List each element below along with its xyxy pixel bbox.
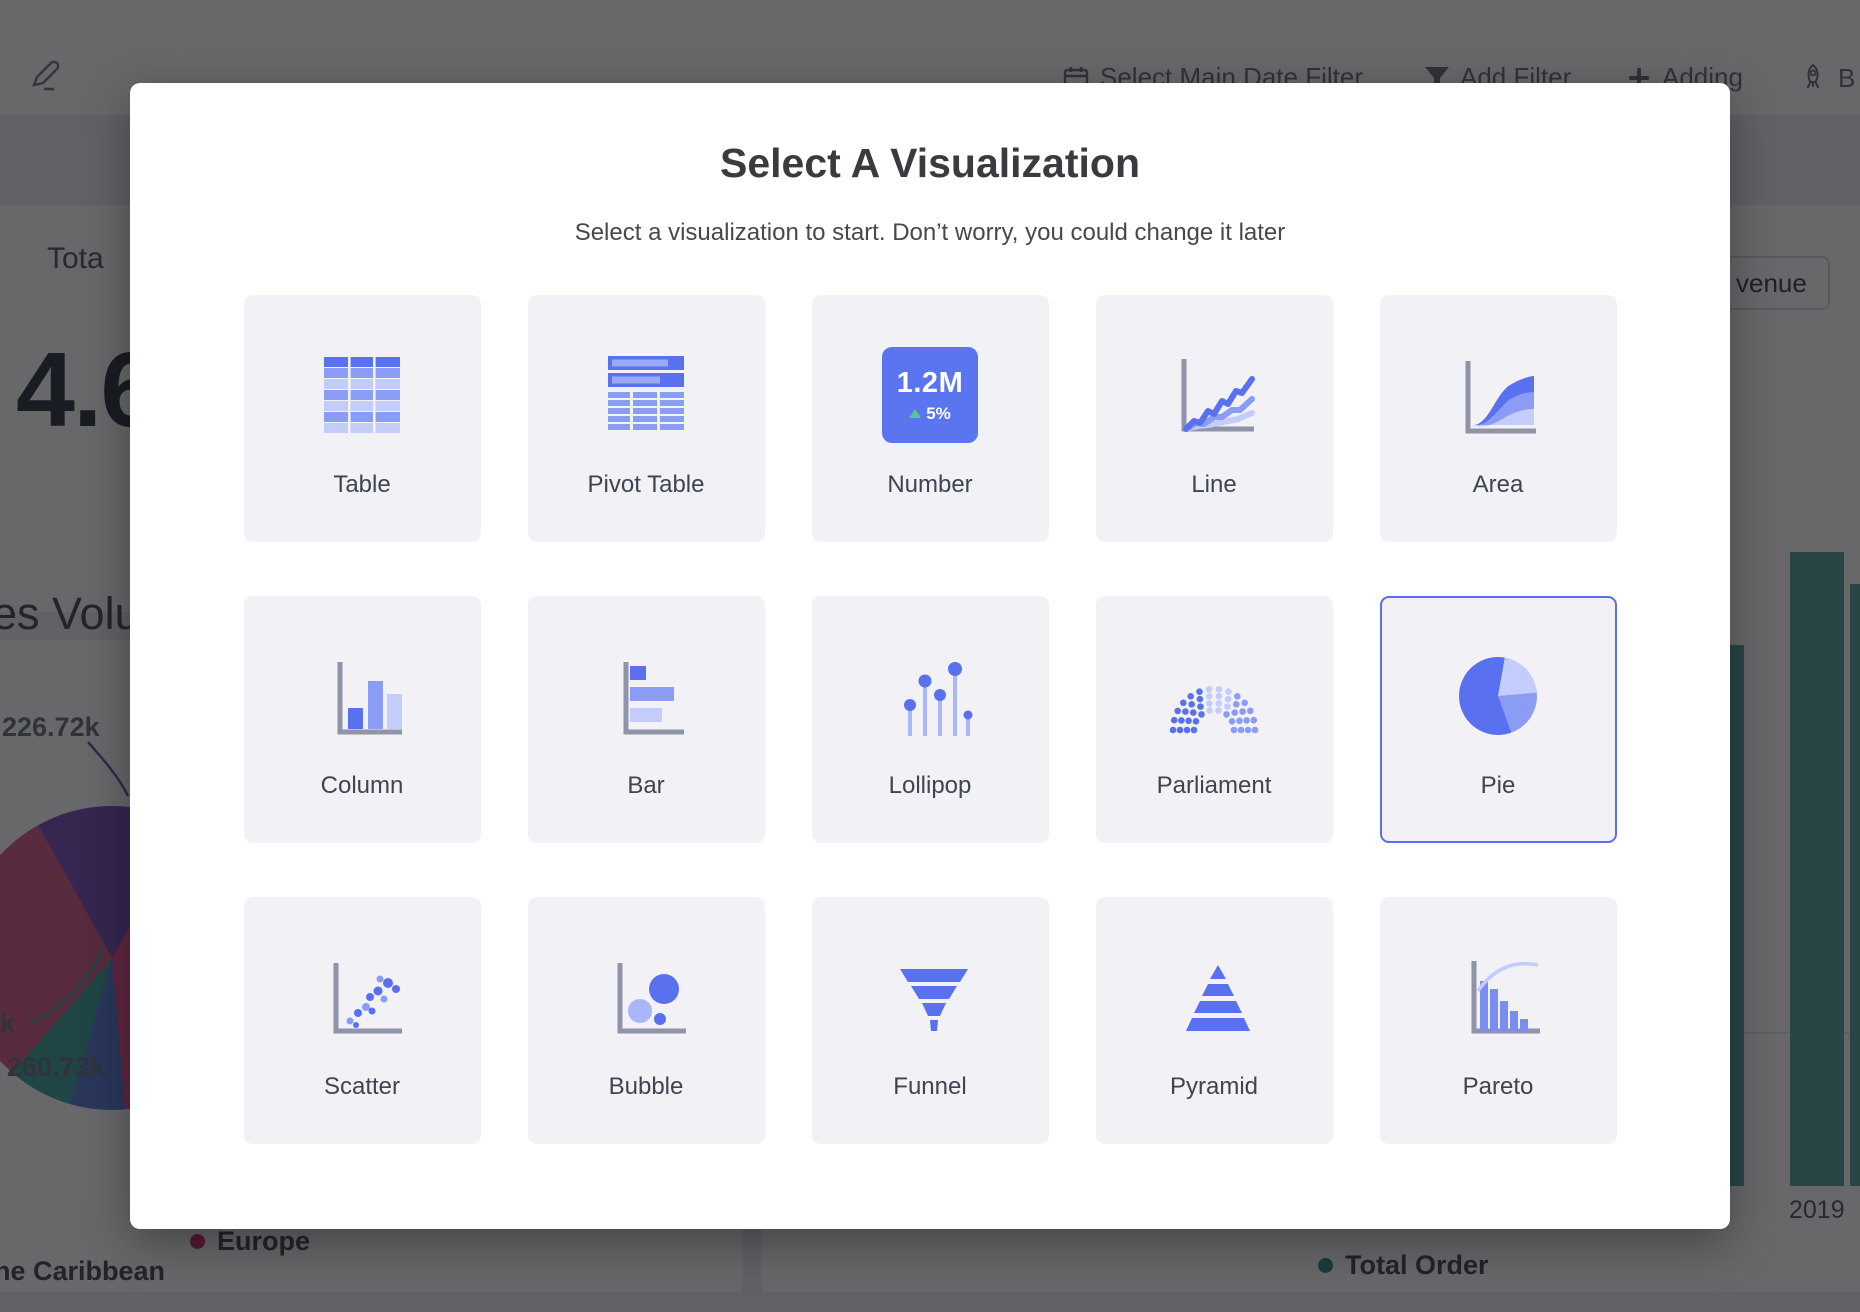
number-icon: 1.2M 5% (882, 345, 978, 445)
viz-option-label: Pyramid (1170, 1073, 1258, 1101)
viz-option-parliament[interactable]: Parliament (1096, 596, 1333, 843)
visualization-grid: Table (244, 295, 1617, 1144)
modal-title: Select A Visualization (130, 140, 1730, 187)
viz-option-label: Bubble (609, 1073, 684, 1101)
select-visualization-modal: Select A Visualization Select a visualiz… (130, 83, 1730, 1229)
viz-option-pyramid[interactable]: Pyramid (1096, 897, 1333, 1144)
viz-option-funnel[interactable]: Funnel (812, 897, 1049, 1144)
parliament-chart-icon (1164, 646, 1264, 746)
pareto-chart-icon (1452, 947, 1544, 1047)
funnel-chart-icon (884, 947, 976, 1047)
modal-subtitle: Select a visualization to start. Don’t w… (130, 219, 1730, 247)
viz-option-pie[interactable]: Pie (1380, 596, 1617, 843)
viz-option-pivot-table[interactable]: Pivot Table (528, 295, 765, 542)
viz-option-label: Funnel (893, 1073, 966, 1101)
pie-chart-icon (1459, 646, 1537, 746)
viz-option-label: Pivot Table (588, 471, 705, 499)
viz-option-scatter[interactable]: Scatter (244, 897, 481, 1144)
pivot-table-icon (600, 345, 692, 445)
bubble-chart-icon (600, 947, 692, 1047)
bar-chart-icon (600, 646, 692, 746)
viz-option-label: Area (1473, 471, 1524, 499)
up-triangle-icon (909, 409, 921, 418)
area-chart-icon (1452, 345, 1544, 445)
viz-option-label: Number (887, 471, 972, 499)
pyramid-chart-icon (1168, 947, 1260, 1047)
viz-option-column[interactable]: Column (244, 596, 481, 843)
column-chart-icon (316, 646, 408, 746)
viz-option-label: Pareto (1463, 1073, 1534, 1101)
app-window: Select Main Date Filter Add Filter Addin… (0, 0, 1860, 1312)
scatter-chart-icon (316, 947, 408, 1047)
viz-option-line[interactable]: Line (1096, 295, 1333, 542)
viz-option-pareto[interactable]: Pareto (1380, 897, 1617, 1144)
number-icon-delta: 5% (926, 404, 951, 424)
viz-option-label: Lollipop (889, 772, 972, 800)
viz-option-table[interactable]: Table (244, 295, 481, 542)
table-icon (316, 345, 408, 445)
viz-option-lollipop[interactable]: Lollipop (812, 596, 1049, 843)
viz-option-label: Pie (1481, 772, 1516, 800)
viz-option-label: Column (321, 772, 404, 800)
number-icon-value: 1.2M (897, 367, 963, 400)
viz-option-bubble[interactable]: Bubble (528, 897, 765, 1144)
viz-option-label: Parliament (1157, 772, 1272, 800)
line-chart-icon (1168, 345, 1260, 445)
viz-option-bar[interactable]: Bar (528, 596, 765, 843)
lollipop-chart-icon (884, 646, 976, 746)
viz-option-area[interactable]: Area (1380, 295, 1617, 542)
viz-option-label: Table (333, 471, 390, 499)
viz-option-label: Line (1191, 471, 1236, 499)
viz-option-label: Scatter (324, 1073, 400, 1101)
viz-option-label: Bar (627, 772, 664, 800)
viz-option-number[interactable]: 1.2M 5% Number (812, 295, 1049, 542)
